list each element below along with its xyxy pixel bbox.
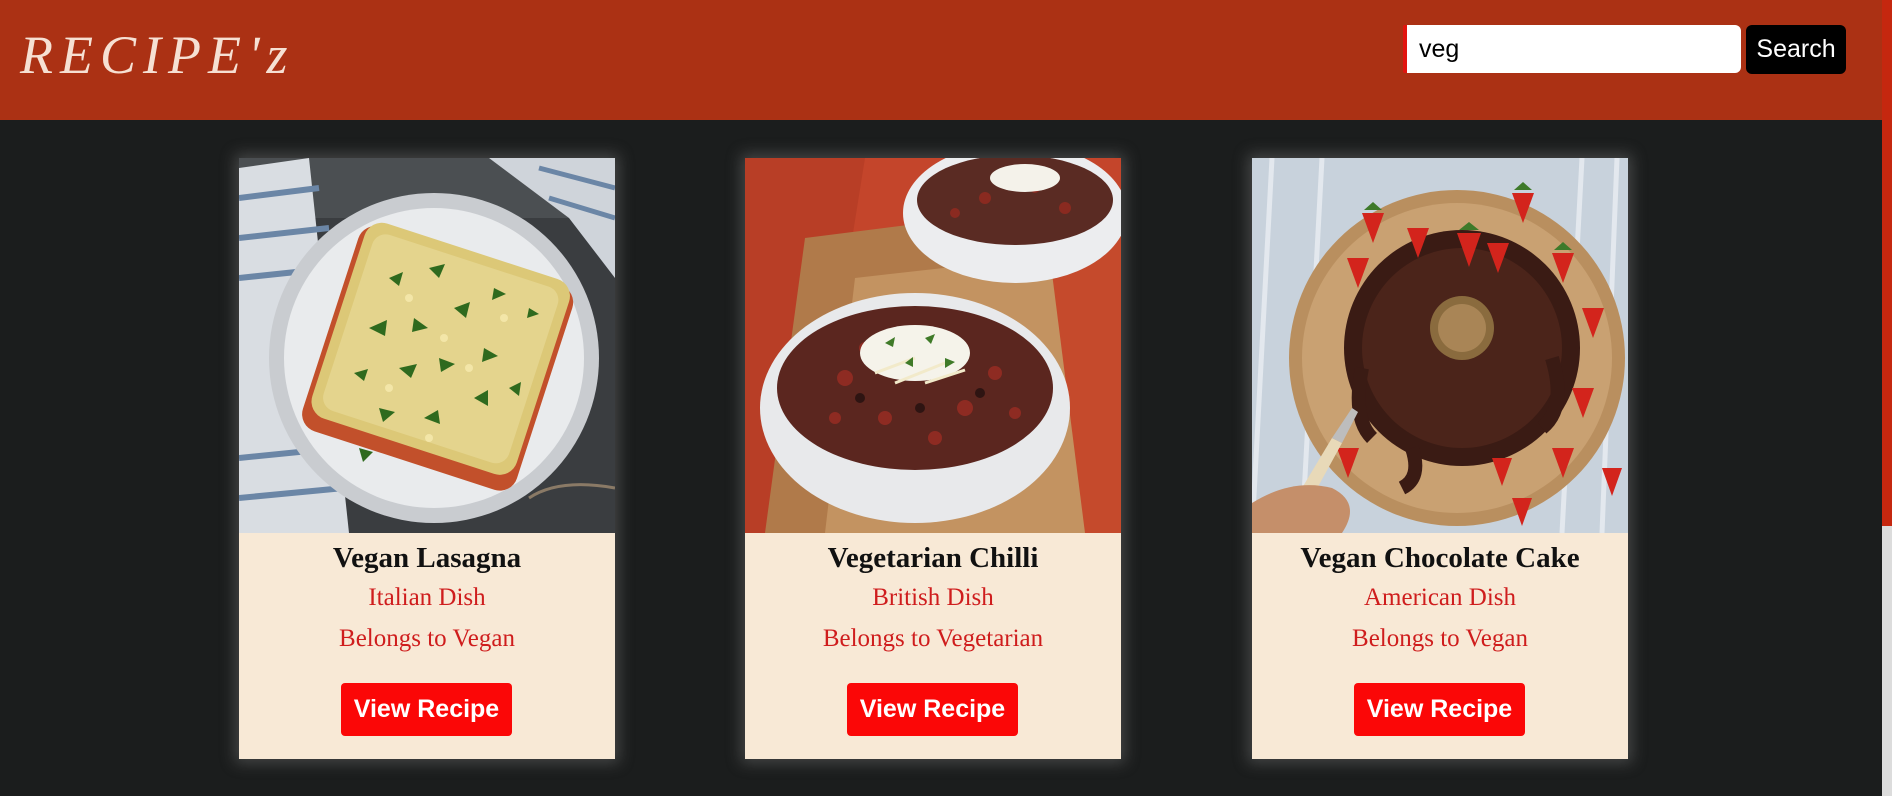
- page: RECIPE'z Search: [0, 0, 1892, 796]
- scrollbar-thumb[interactable]: [1882, 0, 1892, 526]
- search-button[interactable]: Search: [1746, 25, 1846, 74]
- recipe-cuisine: Italian Dish: [368, 584, 486, 611]
- recipe-title: Vegetarian Chilli: [827, 542, 1039, 574]
- site-logo[interactable]: RECIPE'z: [20, 22, 295, 88]
- recipe-card: Vegan Chocolate Cake American Dish Belon…: [1252, 158, 1628, 759]
- recipe-image-cake: [1252, 158, 1628, 533]
- view-recipe-button[interactable]: View Recipe: [1354, 683, 1525, 736]
- recipe-category: Belongs to Vegan: [1352, 625, 1528, 652]
- recipe-category: Belongs to Vegetarian: [822, 625, 1044, 652]
- recipe-card: Vegan Lasagna Italian Dish Belongs to Ve…: [239, 158, 615, 759]
- recipe-cuisine: American Dish: [1363, 584, 1517, 611]
- view-recipe-button[interactable]: View Recipe: [847, 683, 1018, 736]
- recipe-image-lasagna: [239, 158, 615, 533]
- view-recipe-button[interactable]: View Recipe: [341, 683, 512, 736]
- recipe-title: Vegan Chocolate Cake: [1300, 542, 1580, 574]
- search-input[interactable]: [1403, 25, 1741, 73]
- recipe-card: Vegetarian Chilli British Dish Belongs t…: [745, 158, 1121, 759]
- recipe-cuisine: British Dish: [872, 584, 994, 611]
- site-header: RECIPE'z Search: [0, 0, 1882, 120]
- recipe-title: Vegan Lasagna: [332, 542, 522, 574]
- recipe-category: Belongs to Vegan: [339, 625, 515, 652]
- recipe-image-chilli: [745, 158, 1121, 533]
